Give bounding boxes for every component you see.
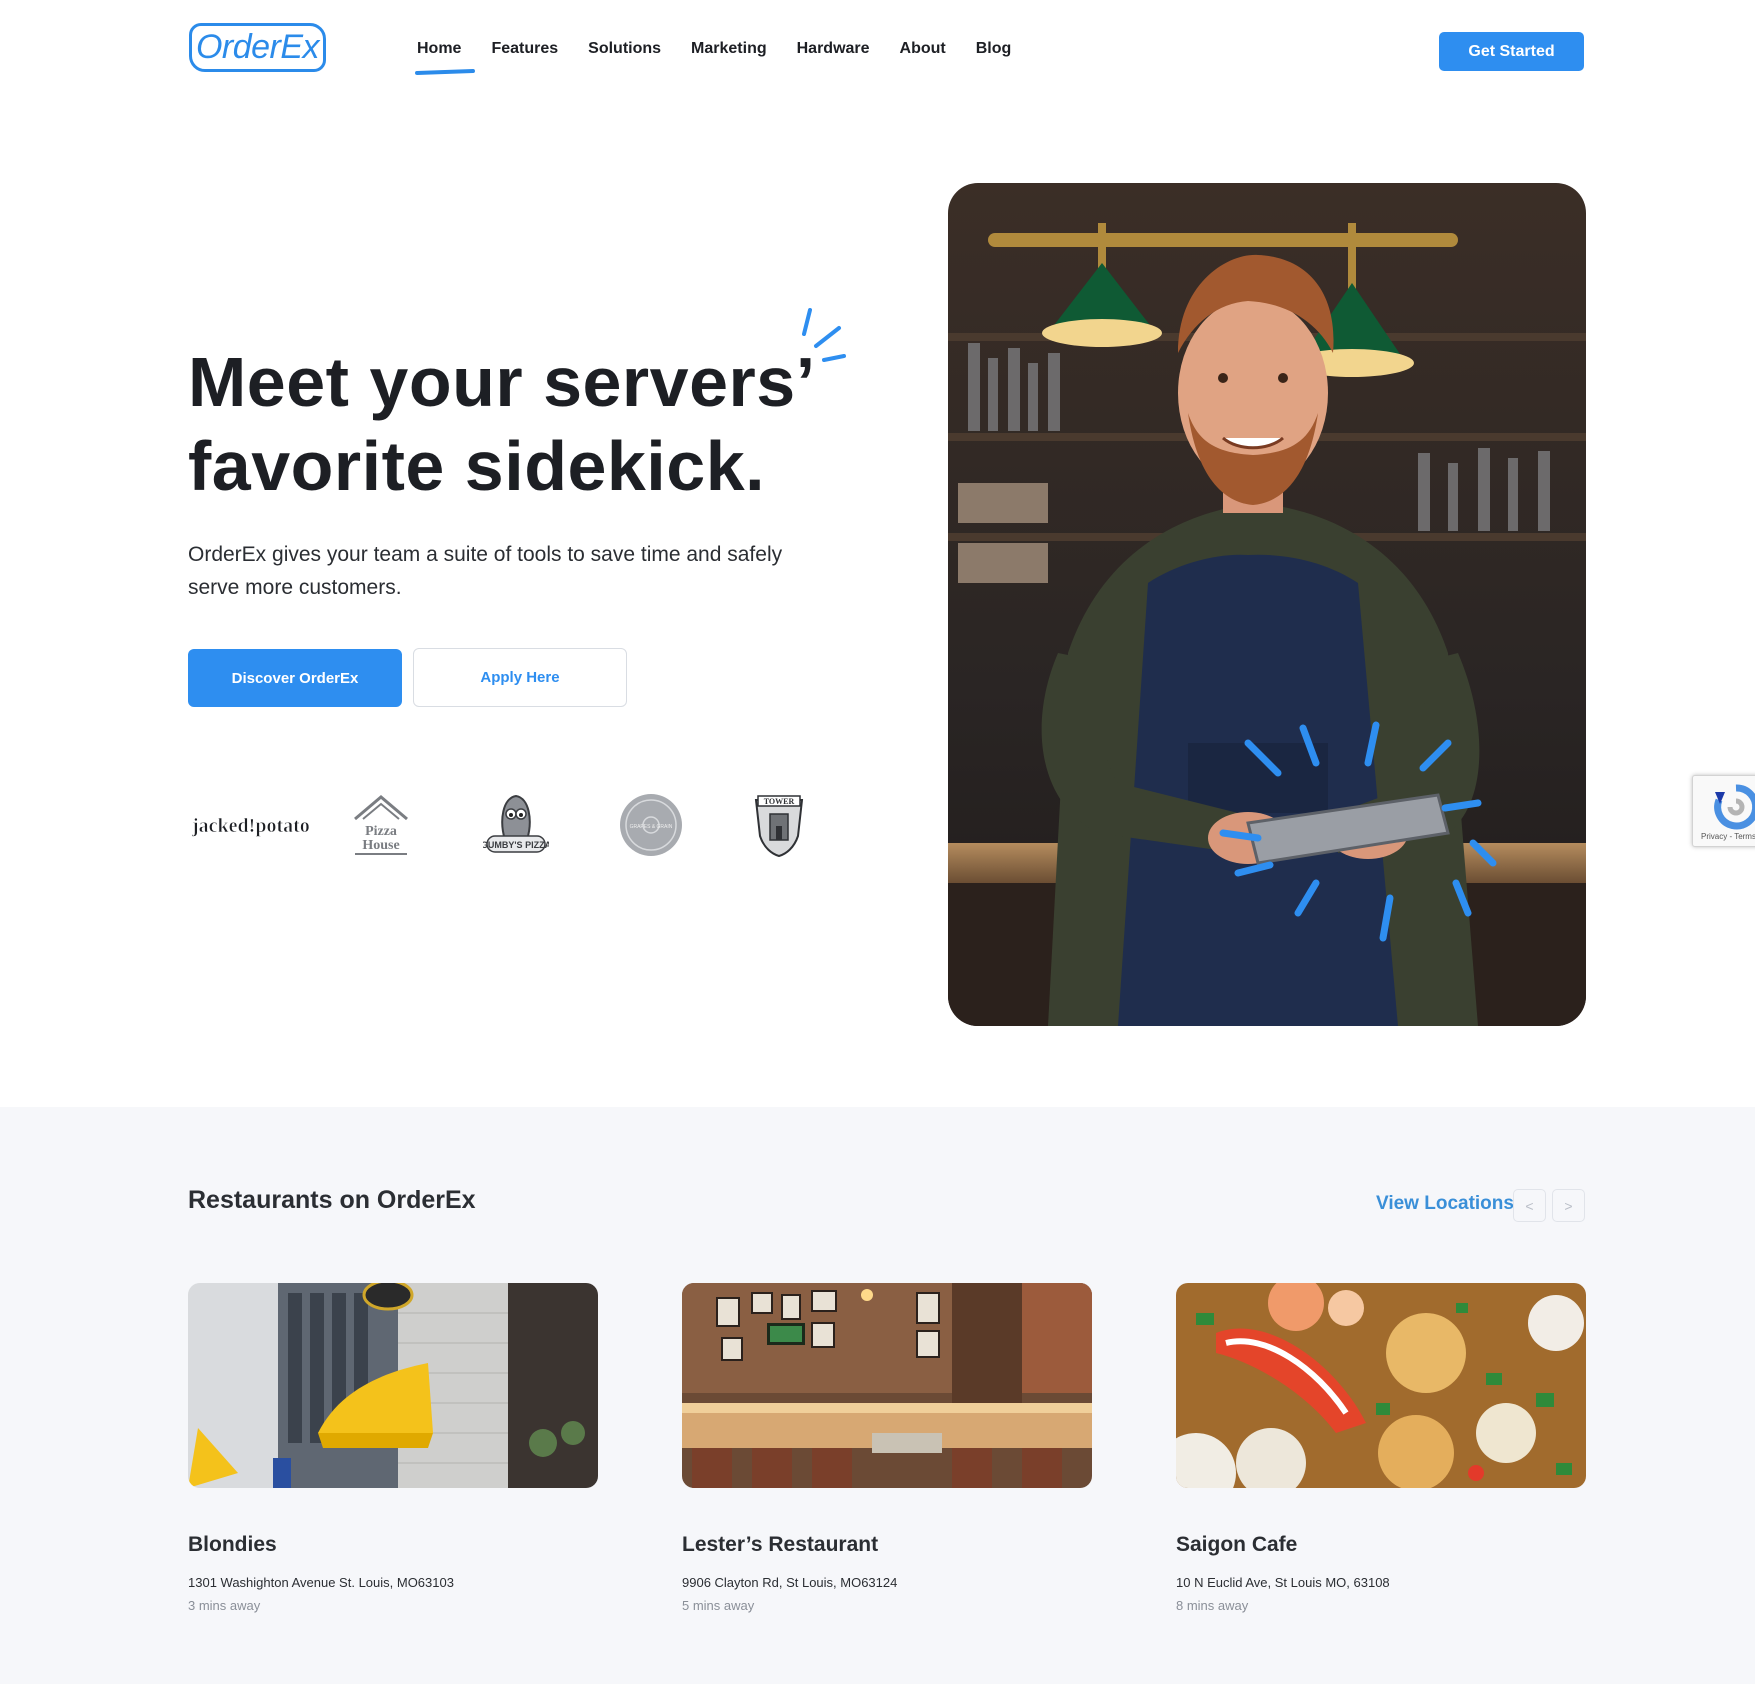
jacked-potato-logo: jacked!potato (188, 785, 313, 865)
nav-marketing[interactable]: Marketing (691, 40, 767, 58)
restaurant-name: Lester’s Restaurant (682, 1533, 879, 1556)
tower-tap-logo: TOWER (747, 785, 811, 865)
hero-title: Meet your servers’ favorite sidekick. (188, 340, 828, 508)
restaurant-photo-blondies (188, 1283, 598, 1488)
restaurant-address: 1301 Washighton Avenue St. Louis, MO6310… (188, 1575, 454, 1590)
sparkle-accent-icon (802, 308, 846, 362)
hero-server-photo (948, 183, 1586, 1026)
chevron-right-icon: > (1564, 1197, 1573, 1214)
restaurant-photo-saigon (1176, 1283, 1586, 1488)
pizza-house-logo: Pizza House (351, 785, 411, 865)
discover-orderex-button[interactable]: Discover OrderEx (188, 649, 402, 707)
nav-blog[interactable]: Blog (976, 40, 1012, 58)
grapes-and-grain-logo: GRAPES & GRAIN (616, 785, 686, 865)
hero-title-line2: favorite sidekick. (188, 427, 766, 505)
recaptcha-badge[interactable]: Privacy - Terms (1692, 775, 1755, 847)
partner-logos: jacked!potato Pizza House GUMBY'S PIZZA … (188, 785, 828, 865)
restaurant-card[interactable]: Saigon Cafe 10 N Euclid Ave, St Louis MO… (1176, 1283, 1586, 1613)
nav-features[interactable]: Features (491, 40, 558, 58)
gumbys-pizza-logo: GUMBY'S PIZZA (481, 785, 551, 865)
svg-text:TOWER: TOWER (764, 797, 795, 806)
apply-here-button[interactable]: Apply Here (413, 648, 627, 707)
recaptcha-icon (1714, 784, 1755, 830)
nav-hardware[interactable]: Hardware (797, 40, 870, 58)
nav-home[interactable]: Home (417, 40, 461, 58)
restaurant-address: 9906 Clayton Rd, St Louis, MO63124 (682, 1575, 898, 1590)
hero-subtitle: OrderEx gives your team a suite of tools… (188, 543, 783, 599)
restaurant-card[interactable]: Lester’s Restaurant 9906 Clayton Rd, St … (682, 1283, 1092, 1613)
top-navigation: OrderEx Home Features Solutions Marketin… (0, 0, 1755, 110)
restaurant-distance: 8 mins away (1176, 1598, 1249, 1613)
carousel-prev-button[interactable]: < (1513, 1189, 1546, 1222)
svg-text:House: House (362, 838, 399, 853)
svg-text:GUMBY'S PIZZA: GUMBY'S PIZZA (483, 840, 549, 850)
main-menu: Home Features Solutions Marketing Hardwa… (417, 40, 1011, 58)
view-locations-link[interactable]: View Locations (1376, 1193, 1514, 1215)
svg-text:jacked!potato: jacked!potato (191, 815, 310, 837)
get-started-button[interactable]: Get Started (1439, 32, 1584, 71)
hero-title-line1: Meet your servers’ (188, 343, 816, 421)
carousel-next-button[interactable]: > (1552, 1189, 1585, 1222)
svg-text:GRAPES & GRAIN: GRAPES & GRAIN (630, 824, 673, 830)
restaurant-card[interactable]: Blondies 1301 Washighton Avenue St. Loui… (188, 1283, 598, 1613)
restaurant-address: 10 N Euclid Ave, St Louis MO, 63108 (1176, 1575, 1390, 1590)
nav-solutions[interactable]: Solutions (588, 40, 661, 58)
restaurant-distance: 3 mins away (188, 1598, 261, 1613)
recaptcha-text: Privacy - Terms (1701, 832, 1755, 841)
chevron-left-icon: < (1525, 1197, 1534, 1214)
logo-text: OrderEx (195, 28, 320, 66)
nav-about[interactable]: About (900, 40, 946, 58)
svg-text:Pizza: Pizza (365, 824, 397, 839)
restaurant-name: Saigon Cafe (1176, 1533, 1298, 1556)
restaurant-distance: 5 mins away (682, 1598, 755, 1613)
restaurant-photo-lesters (682, 1283, 1092, 1488)
orderex-logo[interactable]: OrderEx (189, 23, 326, 72)
section-title: Restaurants on OrderEx (188, 1186, 476, 1214)
restaurant-name: Blondies (188, 1533, 277, 1556)
